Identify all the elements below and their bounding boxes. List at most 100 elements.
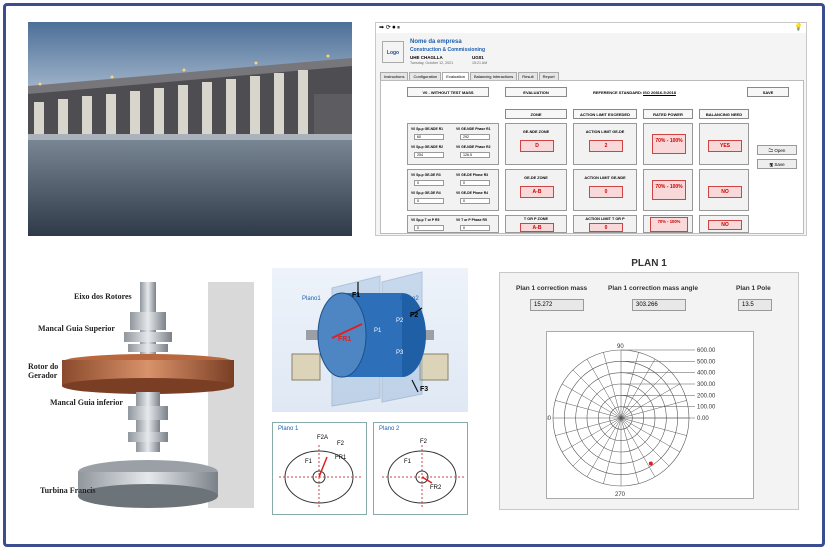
- plano1-f2-label: F2: [337, 441, 345, 447]
- power-cell: 70% - 100%: [643, 215, 693, 233]
- label-rotor: Rotor do Gerador: [28, 362, 59, 380]
- evaluation-panel: V0 - WITHOUT TEST MASS EVALUATION REFERE…: [380, 80, 804, 234]
- limit-label: ACTION LIMIT GE-DE: [585, 130, 625, 134]
- input-block-r3-r4: V0 Sp-p GE-DE R3 V0 GE-DE Phase R3 0 0 V…: [407, 169, 499, 211]
- power-cell: 70% - 100%: [643, 123, 693, 165]
- input-label: V0 Sp-p GE-DE R4: [411, 191, 441, 195]
- polar-spoke: [586, 358, 622, 419]
- pole-label: Plan 1 Pole: [736, 285, 771, 292]
- angle-tick-label: 90: [617, 344, 624, 350]
- plano2-title: Plano 2: [379, 426, 400, 432]
- time-label: 15:21 AM: [472, 61, 488, 65]
- company-tagline: Construction & Commissioning: [410, 47, 485, 53]
- input-block-r1-r2: V0 Sp-p GE-NDE R1 V0 GE-NDE Phase R1 60 …: [407, 123, 499, 165]
- limit-value: 2: [589, 140, 623, 152]
- rated-power-header: RATED POWER: [643, 109, 693, 119]
- generator-shaft-illustration: Eixo dos Rotores Mancal Guia Superior Ro…: [28, 272, 264, 518]
- dam-photo: [28, 22, 352, 236]
- polar-spoke: [620, 358, 656, 419]
- polar-spoke: [572, 369, 622, 419]
- value-field[interactable]: 126.5: [460, 152, 490, 158]
- f3-label: F3: [420, 386, 429, 393]
- correction-point: [648, 461, 653, 466]
- folder-icon: 🗀: [768, 148, 774, 153]
- need-value: NO: [708, 186, 742, 198]
- limit-value: 0: [589, 186, 623, 198]
- pole-value: 13.5: [738, 299, 772, 311]
- value-field[interactable]: 292: [460, 134, 490, 140]
- value-field[interactable]: 0: [414, 198, 444, 204]
- polar-plot-svg: 600.00 500.00 400.00 300.00 200.00 100.00 0.00…: [541, 344, 716, 498]
- value-field[interactable]: 0: [460, 225, 490, 231]
- label-upper-bearing: Mancal Guia Superior: [38, 324, 115, 333]
- open-label: Open: [774, 148, 786, 153]
- open-button[interactable]: 🗀 Open: [757, 145, 797, 155]
- radial-tick-label: 300.00: [697, 382, 716, 388]
- rotor-drawing: [291, 271, 449, 407]
- plano2-drawing: [382, 445, 464, 509]
- zone-label: T OR P ZONE: [523, 217, 549, 221]
- polar-spoke: [620, 417, 656, 478]
- reference-standard-label: REFERENCE STANDARD:: [593, 90, 643, 95]
- plano2-f2-label: F2: [420, 439, 428, 445]
- input-label: V0 Sp-p T or P R5: [411, 218, 440, 222]
- input-label: V0 T or P Phase R5: [456, 218, 487, 222]
- radial-tick-label: 400.00: [697, 371, 716, 377]
- power-value: 70% - 100%: [652, 180, 686, 200]
- limit-cell: ACTION LIMIT GE-NDE 0: [573, 169, 637, 211]
- value-field[interactable]: 254: [414, 152, 444, 158]
- radial-tick-label: 500.00: [697, 359, 716, 365]
- limit-label: ACTION LIMIT GE-NDE: [584, 176, 626, 180]
- radial-tick-label: 100.00: [697, 405, 716, 411]
- zone-value: A-B: [520, 186, 554, 198]
- toolbar-icons[interactable]: ➡ ⟳ ⏺ ⏸: [379, 24, 400, 32]
- zone-value: A-B: [520, 223, 554, 232]
- plano1-title: Plano 1: [278, 426, 299, 432]
- need-value: NO: [708, 220, 742, 230]
- date-label: Tuesday, October 12, 2021: [410, 61, 454, 65]
- zone-label: GE-NDE ZONE: [522, 130, 550, 134]
- balancing-software-window: ➡ ⟳ ⏺ ⏸ 💡 Logo Nome da empresa Construct…: [375, 22, 807, 236]
- input-label: V0 Sp-p GE-NDE R1: [411, 127, 444, 131]
- plano2-vector-diagram: Plano 2 F2 F1 FR2: [373, 422, 468, 515]
- rotor-balancing-diagram: Plano1 Plano2 F1 F2 F3 FR1 P1 P2 P3: [272, 268, 468, 412]
- unit-name: UG01: [472, 55, 484, 60]
- value-field[interactable]: 60: [414, 134, 444, 140]
- value-field[interactable]: 0: [414, 180, 444, 186]
- reference-standard-value: ISO 20816-5:2018: [643, 90, 676, 95]
- value-field[interactable]: 0: [460, 198, 490, 204]
- correction-mass-value: 15.272: [530, 299, 584, 311]
- plano1-vector-diagram: Plano 1 F2A F2 F1 FR1: [272, 422, 367, 515]
- save-icon: 🖫: [769, 162, 774, 167]
- polar-spoke: [572, 417, 622, 467]
- company-name: Nome da empresa: [410, 39, 462, 45]
- label-lower-bearing: Mancal Guia inferior: [50, 398, 123, 407]
- correction-mass-label: Plan 1 correction mass: [516, 285, 588, 292]
- input-label: V0 GE-NDE Phase R2: [456, 145, 491, 149]
- save-header-button[interactable]: SAVE: [747, 87, 789, 97]
- polar-spoke: [620, 383, 681, 419]
- lightbulb-icon[interactable]: 💡: [794, 23, 803, 31]
- power-cell: 70% - 100%: [643, 169, 693, 211]
- dam-illustration: [28, 22, 352, 236]
- power-value: 70% - 100%: [652, 134, 686, 154]
- p2-label: P2: [396, 318, 404, 324]
- zone-cell: T OR P ZONE A-B: [505, 215, 567, 233]
- p3-label: P3: [396, 350, 404, 356]
- zone-value: D: [520, 140, 554, 152]
- value-field[interactable]: 0: [460, 180, 490, 186]
- without-test-mass-header: V0 - WITHOUT TEST MASS: [407, 87, 489, 97]
- zone-cell: GE-NDE ZONE D: [505, 123, 567, 165]
- polar-spoke: [620, 417, 681, 453]
- polar-spoke: [620, 369, 670, 419]
- value-field[interactable]: 0: [414, 225, 444, 231]
- save-button[interactable]: 🖫 Save: [757, 159, 797, 169]
- plano1-f2a-label: F2A: [317, 435, 329, 441]
- toolbar: ➡ ⟳ ⏺ ⏸ 💡: [376, 23, 806, 33]
- plan1-panel: Plan 1 correction mass 15.272 Plan 1 cor…: [499, 272, 799, 510]
- input-block-r5: V0 Sp-p T or P R5 V0 T or P Phase R5 0 0: [407, 215, 499, 233]
- plano2-f1-label: F1: [404, 459, 412, 465]
- need-value: YES: [708, 140, 742, 152]
- company-logo: Logo: [382, 41, 404, 63]
- limit-value: 0: [589, 223, 623, 232]
